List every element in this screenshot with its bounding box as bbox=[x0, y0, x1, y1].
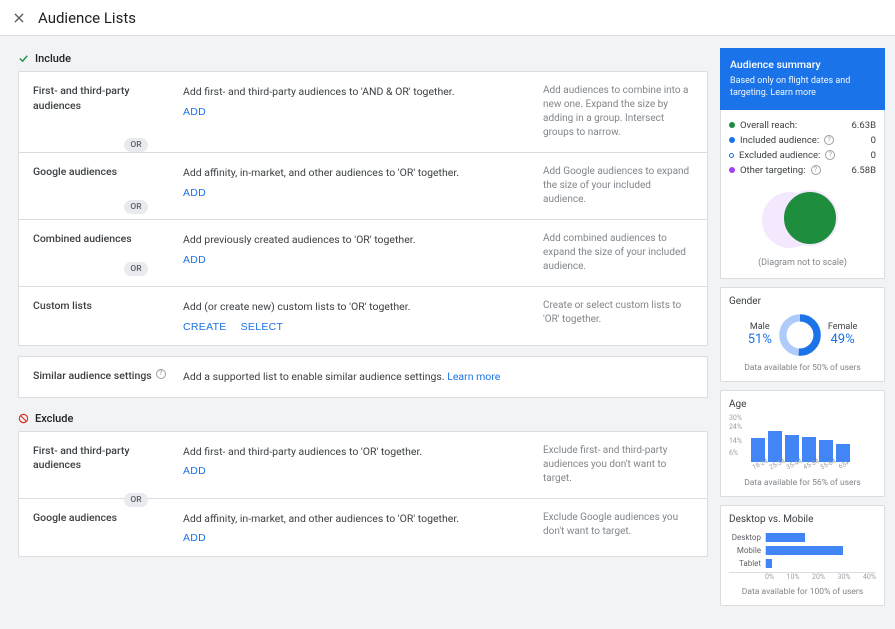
row-label: Google audiences bbox=[33, 165, 173, 207]
row-label: First- and third-party audiences bbox=[33, 444, 173, 486]
stat-excluded: Excluded audience: ? 0 bbox=[729, 148, 876, 163]
sidebar: Audience summary Based only on flight da… bbox=[720, 36, 895, 629]
exclude-row-google: Google audiences Add affinity, in-market… bbox=[19, 498, 707, 557]
row-desc: Add affinity, in-market, and other audie… bbox=[183, 511, 533, 545]
summary-card: Audience summary Based only on flight da… bbox=[720, 48, 885, 279]
dot-icon bbox=[729, 167, 735, 173]
help-icon[interactable]: ? bbox=[824, 135, 834, 145]
page-title: Audience Lists bbox=[38, 9, 136, 27]
exclude-section-head: Exclude bbox=[18, 412, 708, 425]
include-row-google: Google audiences Add affinity, in-market… bbox=[19, 152, 707, 219]
row-label: Custom lists bbox=[33, 299, 173, 333]
include-card: First- and third-party audiences Add fir… bbox=[18, 71, 708, 346]
main-pane: Include First- and third-party audiences… bbox=[0, 36, 720, 629]
summary-subtitle[interactable]: Based only on flight dates and targeting… bbox=[730, 75, 875, 100]
ban-icon bbox=[18, 413, 29, 424]
similar-card: Similar audience settings ? Add a suppor… bbox=[18, 356, 708, 398]
row-label: First- and third-party audiences bbox=[33, 84, 173, 140]
age-card: Age 6%14%24%30% 18-2425-3435-4445-5455-6… bbox=[720, 390, 885, 497]
add-button[interactable]: ADD bbox=[183, 106, 206, 118]
add-button[interactable]: ADD bbox=[183, 187, 206, 199]
female-label: Female49% bbox=[828, 322, 857, 347]
include-row-custom: Custom lists Add (or create new) custom … bbox=[19, 286, 707, 345]
row-hint: Add combined audiences to expand the siz… bbox=[543, 232, 693, 274]
age-chart: 6%14%24%30% bbox=[729, 416, 876, 462]
row-desc: Add previously created audiences to 'OR'… bbox=[183, 232, 533, 274]
diagram-note: (Diagram not to scale) bbox=[729, 258, 876, 268]
row-hint: Add audiences to combine into a new one.… bbox=[543, 84, 693, 140]
select-button[interactable]: SELECT bbox=[241, 321, 284, 333]
row-desc: Add (or create new) custom lists to 'OR'… bbox=[183, 299, 533, 333]
stat-other: Other targeting: ? 6.58B bbox=[729, 163, 876, 178]
help-icon[interactable]: ? bbox=[825, 150, 835, 160]
check-icon bbox=[18, 53, 29, 64]
device-card: Desktop vs. Mobile DesktopMobileTablet 0… bbox=[720, 505, 885, 606]
or-pill: OR bbox=[124, 138, 148, 152]
summary-header: Audience summary Based only on flight da… bbox=[720, 48, 885, 110]
row-hint: Exclude Google audiences you don't want … bbox=[543, 511, 693, 545]
dot-icon bbox=[729, 122, 735, 128]
header: Audience Lists bbox=[0, 0, 895, 36]
row-desc: Add first- and third-party audiences to … bbox=[183, 444, 533, 486]
venn-diagram bbox=[758, 184, 848, 254]
stat-included: Included audience: ? 0 bbox=[729, 133, 876, 148]
device-chart: DesktopMobileTablet bbox=[729, 531, 876, 570]
close-icon[interactable] bbox=[12, 11, 26, 25]
stat-overall-reach: Overall reach: 6.63B bbox=[729, 118, 876, 133]
row-desc: Add affinity, in-market, and other audie… bbox=[183, 165, 533, 207]
or-pill: OR bbox=[124, 493, 148, 507]
add-button[interactable]: ADD bbox=[183, 532, 206, 544]
dot-icon bbox=[729, 137, 735, 143]
include-label: Include bbox=[35, 52, 71, 65]
row-desc: Add a supported list to enable similar a… bbox=[183, 369, 693, 385]
or-pill: OR bbox=[124, 262, 148, 276]
exclude-label: Exclude bbox=[35, 412, 73, 425]
add-button[interactable]: ADD bbox=[183, 465, 206, 477]
gender-donut bbox=[778, 313, 822, 357]
add-button[interactable]: ADD bbox=[183, 254, 206, 266]
exclude-card: First- and third-party audiences Add fir… bbox=[18, 431, 708, 558]
include-section-head: Include bbox=[18, 52, 708, 65]
row-hint: Add Google audiences to expand the size … bbox=[543, 165, 693, 207]
row-label: Similar audience settings ? bbox=[33, 369, 173, 385]
or-pill: OR bbox=[124, 200, 148, 214]
create-button[interactable]: CREATE bbox=[183, 321, 227, 333]
exclude-row-first-third: First- and third-party audiences Add fir… bbox=[19, 432, 707, 498]
learn-more-link[interactable]: Learn more bbox=[447, 370, 500, 383]
help-icon[interactable]: ? bbox=[156, 369, 166, 379]
gender-card: Gender Male51% Female49% Data available … bbox=[720, 287, 885, 382]
device-row: Mobile bbox=[729, 544, 876, 557]
dot-icon bbox=[729, 153, 734, 158]
row-hint: Exclude first- and third-party audiences… bbox=[543, 444, 693, 486]
device-row: Desktop bbox=[729, 531, 876, 544]
row-desc: Add first- and third-party audiences to … bbox=[183, 84, 533, 140]
row-hint: Create or select custom lists to 'OR' to… bbox=[543, 299, 693, 333]
device-row: Tablet bbox=[729, 557, 876, 570]
include-row-combined: Combined audiences Add previously create… bbox=[19, 219, 707, 286]
include-row-first-third: First- and third-party audiences Add fir… bbox=[19, 72, 707, 152]
row-label: Google audiences bbox=[33, 511, 173, 545]
male-label: Male51% bbox=[748, 322, 772, 347]
help-icon[interactable]: ? bbox=[811, 165, 821, 175]
row-label: Combined audiences bbox=[33, 232, 173, 274]
